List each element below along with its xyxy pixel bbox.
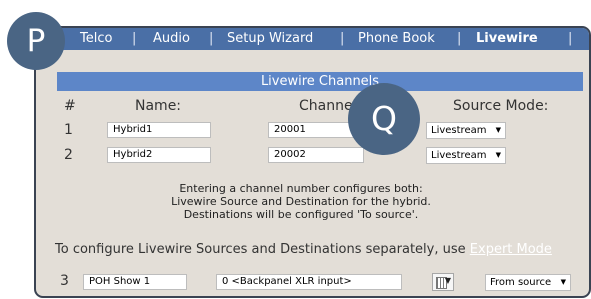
top-nav: Telco | Audio | Setup Wizard | Phone Boo…	[36, 28, 589, 50]
caret-down-icon: ▼	[495, 151, 501, 159]
expert-mode-hint: To configure Livewire Sources and Destin…	[55, 242, 552, 257]
row-number: 2	[64, 147, 73, 163]
channel-info-text: Entering a channel number configures bot…	[136, 182, 466, 221]
info-line: Entering a channel number configures bot…	[179, 182, 423, 195]
nav-separator: |	[340, 31, 345, 46]
column-header-source-mode: Source Mode:	[453, 98, 549, 114]
row3-channel-input[interactable]: 0 <Backpanel XLR input>	[216, 274, 402, 290]
row-number: 3	[60, 273, 69, 289]
row3-source-mode-select[interactable]: From source ▼	[485, 274, 571, 291]
channel-browser-icon[interactable]: ▼	[432, 273, 454, 291]
selected-value: From source	[490, 277, 552, 288]
hybrid1-source-mode-select[interactable]: Livestream ▼	[426, 122, 506, 139]
caret-down-icon: ▼	[560, 278, 566, 286]
info-line: Livewire Source and Destination for the …	[171, 195, 431, 208]
nav-tab-telco[interactable]: Telco	[80, 28, 112, 50]
caret-down-icon: ▼	[495, 126, 501, 134]
hybrid2-name-input[interactable]: Hybrid2	[107, 147, 211, 163]
nav-separator: |	[568, 31, 573, 46]
nav-tab-livewire[interactable]: Livewire	[476, 28, 538, 50]
expert-mode-hint-text: To configure Livewire Sources and Destin…	[55, 242, 466, 257]
hybrid2-source-mode-select[interactable]: Livestream ▼	[426, 147, 506, 164]
hybrid1-name-input[interactable]: Hybrid1	[107, 122, 211, 138]
expert-mode-link[interactable]: Expert Mode	[470, 242, 552, 257]
section-title: Livewire Channels	[57, 72, 583, 91]
livewire-settings-panel: Telco | Audio | Setup Wizard | Phone Boo…	[34, 26, 591, 298]
annotation-badge-q: Q	[348, 83, 420, 155]
selected-value: Livestream	[431, 125, 487, 136]
nav-tab-phone-book[interactable]: Phone Book	[358, 28, 435, 50]
hybrid2-channel-input[interactable]: 20002	[268, 147, 364, 163]
row3-name-input[interactable]: POH Show 1	[83, 274, 187, 290]
selected-value: Livestream	[431, 150, 487, 161]
row-number: 1	[64, 122, 73, 138]
caret-down-icon: ▼	[444, 276, 451, 285]
nav-tab-audio[interactable]: Audio	[153, 28, 190, 50]
nav-tab-setup-wizard[interactable]: Setup Wizard	[227, 28, 313, 50]
column-header-name: Name:	[135, 98, 182, 114]
column-header-number: #	[64, 98, 76, 114]
nav-separator: |	[132, 31, 137, 46]
info-line: Destinations will be configured 'To sour…	[183, 208, 419, 221]
nav-separator: |	[209, 31, 214, 46]
annotation-badge-p: P	[7, 12, 65, 70]
nav-separator: |	[457, 31, 462, 46]
